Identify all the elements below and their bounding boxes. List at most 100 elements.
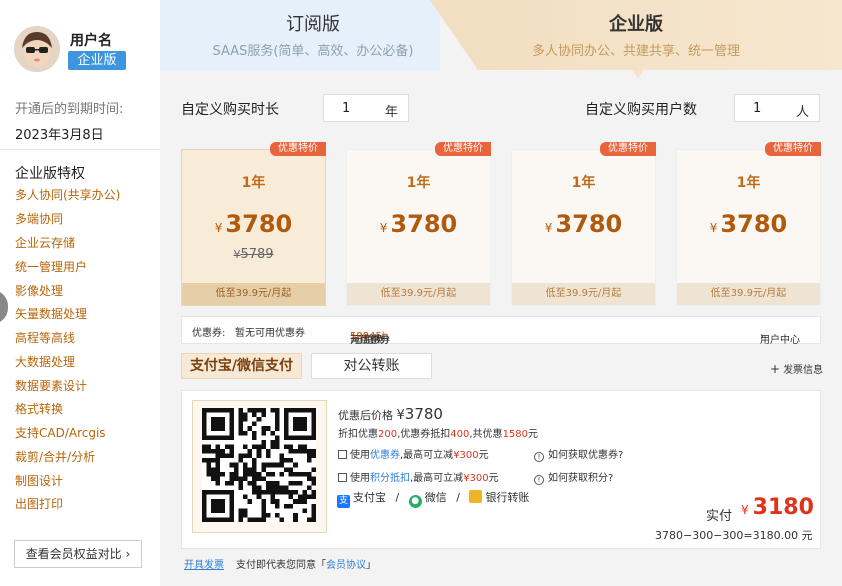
use-coupon-option[interactable]: 使用优惠券,最高可立减¥300元 — [338, 446, 489, 461]
price-card[interactable]: 优惠特价 1年 ¥3780 低至39.9元/月起 — [676, 142, 821, 306]
feature-item: 裁剪/合并/分析 — [15, 450, 96, 464]
card-footer: 低至39.9元/月起 — [347, 283, 490, 305]
alipay-icon: 支 — [337, 495, 350, 508]
card-footer: 低至39.9元/月起 — [182, 283, 325, 305]
card-price-value: 3780 — [225, 210, 293, 238]
active-tab-arrow-icon — [632, 70, 644, 78]
opt1-pre: 使用 — [350, 450, 370, 461]
duration-input[interactable]: 1 年 — [323, 94, 409, 122]
opt1-amount: ¥300 — [453, 450, 479, 461]
bank-label: 银行转账 — [485, 491, 530, 504]
card-price-value: 3780 — [720, 210, 788, 238]
tab-enterprise-subtitle: 多人协同办公、共建共享、统一管理 — [531, 44, 740, 59]
features-title: 企业版特权 — [15, 166, 85, 182]
sidebar-divider — [0, 149, 160, 150]
opt1-mid: ,最高可立减 — [400, 450, 454, 461]
card-footer: 低至39.9元/月起 — [512, 283, 655, 305]
opt2-link[interactable]: 积分抵扣 — [370, 473, 410, 484]
feature-item: 制图设计 — [15, 474, 64, 488]
discount-ribbon: 优惠特价 — [765, 142, 821, 156]
price-card-selected[interactable]: 优惠特价 1年 ¥3780 ¥5789 低至39.9元/月起 — [181, 142, 326, 306]
points-post: 元优惠券 — [350, 335, 390, 346]
feature-item: 大数据处理 — [15, 355, 76, 369]
paid-label: 实付 — [706, 509, 733, 524]
wechat-icon: ● — [408, 495, 422, 508]
wechat-label: 微信 — [424, 491, 447, 504]
card-term: 1年 — [406, 175, 431, 191]
discount-ribbon: 优惠特价 — [270, 142, 326, 156]
opt2-unit: 元 — [488, 473, 499, 484]
card-original-value: 5789 — [240, 247, 274, 262]
how-get-coupon-link[interactable]: ! 如何获取优惠券? — [534, 446, 623, 462]
card-price: ¥3780 — [182, 210, 325, 238]
pay-bank[interactable]: 银行转账 — [469, 490, 530, 504]
expiry-date: 2023年3月8日 — [15, 128, 104, 143]
agreement-line: 开具发票 支付即代表您同意「会员协议」 — [184, 556, 376, 571]
bank-card-icon — [469, 490, 483, 503]
user-center-label: 用户中心 — [760, 335, 800, 346]
tab-subscription-subtitle: SAAS服务(简单、高效、办公必备) — [212, 44, 414, 59]
compare-rights-button[interactable]: 查看会员权益对比 › — [14, 540, 142, 568]
coupon-checkbox[interactable] — [338, 450, 347, 459]
pay-alipay[interactable]: 支支付宝 — [337, 491, 386, 508]
opt1-link[interactable]: 优惠券 — [370, 450, 400, 461]
tab-online-payment[interactable]: 支付宝/微信支付 — [181, 353, 302, 379]
method-separator: / — [456, 491, 460, 504]
duration-unit: 年 — [384, 105, 398, 120]
question-icon: ! — [534, 475, 544, 485]
points-checkbox[interactable] — [338, 473, 347, 482]
user-avatar[interactable] — [14, 26, 60, 72]
card-price: ¥3780 — [512, 210, 655, 238]
paid-value: 3180 — [752, 495, 814, 520]
card-currency: ¥ — [544, 221, 553, 235]
users-input[interactable]: 1 人 — [734, 94, 820, 122]
after-discount-price: 3780 — [404, 405, 443, 423]
method-separator: / — [395, 491, 400, 504]
price-card[interactable]: 优惠特价 1年 ¥3780 低至39.9元/月起 — [511, 142, 656, 306]
tab-bank-transfer[interactable]: 对公转账 — [311, 353, 432, 379]
tab-enterprise-title: 企业版 — [609, 14, 663, 35]
how-get-points-link[interactable]: ! 如何获取积分? — [534, 469, 613, 485]
use-points-option[interactable]: 使用积分抵扣,最高可立减¥300元 — [338, 469, 499, 484]
feature-item: 统一管理用户 — [15, 260, 88, 274]
card-term: 1年 — [571, 175, 596, 191]
card-original-price: ¥5789 — [182, 247, 325, 262]
card-footer: 低至39.9元/月起 — [677, 283, 820, 305]
total-unit: 元 — [528, 429, 539, 440]
price-calculation: 3780−300−300=3180.00 元 — [655, 529, 813, 542]
card-currency: ¥ — [214, 221, 223, 235]
card-term: 1年 — [241, 175, 266, 191]
feature-item: 矢量数据处理 — [15, 307, 88, 321]
discount-pre: 折扣优惠 — [338, 429, 378, 440]
users-value: 1 — [753, 101, 762, 116]
discount-summary: 折扣优惠200,优惠券抵扣400,共优惠1580元 — [338, 425, 538, 440]
invoice-info-button[interactable]: + 发票信息 — [770, 361, 823, 376]
users-label: 自定义购买用户数 — [585, 102, 697, 118]
invoice-info-label: 发票信息 — [783, 365, 824, 376]
agree-pre: 支付即代表您同意「 — [236, 560, 326, 571]
coupon-label: 优惠券: — [192, 328, 226, 339]
opt1-unit: 元 — [478, 450, 489, 461]
discount-value: 200 — [378, 429, 398, 440]
feature-item: 高程等高线 — [15, 331, 76, 345]
feature-item: 格式转换 — [15, 402, 64, 416]
payment-methods: 支支付宝 / ● 微信 / 银行转账 — [337, 489, 529, 508]
coupon-value: 400 — [450, 429, 470, 440]
help1-label: 如何获取优惠券? — [548, 450, 624, 461]
discount-ribbon: 优惠特价 — [600, 142, 656, 156]
issue-invoice-link[interactable]: 开具发票 — [184, 560, 224, 571]
paid-currency: ¥ — [741, 503, 749, 517]
chevron-right-icon: › — [760, 331, 764, 342]
pay-wechat[interactable]: ● 微信 — [408, 491, 447, 508]
member-agreement-link[interactable]: 会员协议 — [326, 560, 366, 571]
after-discount-line: 优惠后价格 ¥3780 — [338, 405, 443, 423]
card-currency: ¥ — [379, 221, 388, 235]
paid-amount: ¥3180 — [741, 495, 814, 520]
agree-post: 」 — [366, 560, 376, 571]
users-unit: 人 — [795, 105, 809, 120]
coupon-bar: 优惠券: 暂无可用优惠券 可用积分 12345b ,可兑换 500 元优惠券 用户中心 … — [181, 316, 821, 346]
card-term: 1年 — [736, 175, 761, 191]
price-card[interactable]: 优惠特价 1年 ¥3780 低至39.9元/月起 — [346, 142, 491, 306]
coupon-pre: ,优惠券抵扣 — [397, 429, 451, 440]
discount-ribbon: 优惠特价 — [435, 142, 491, 156]
